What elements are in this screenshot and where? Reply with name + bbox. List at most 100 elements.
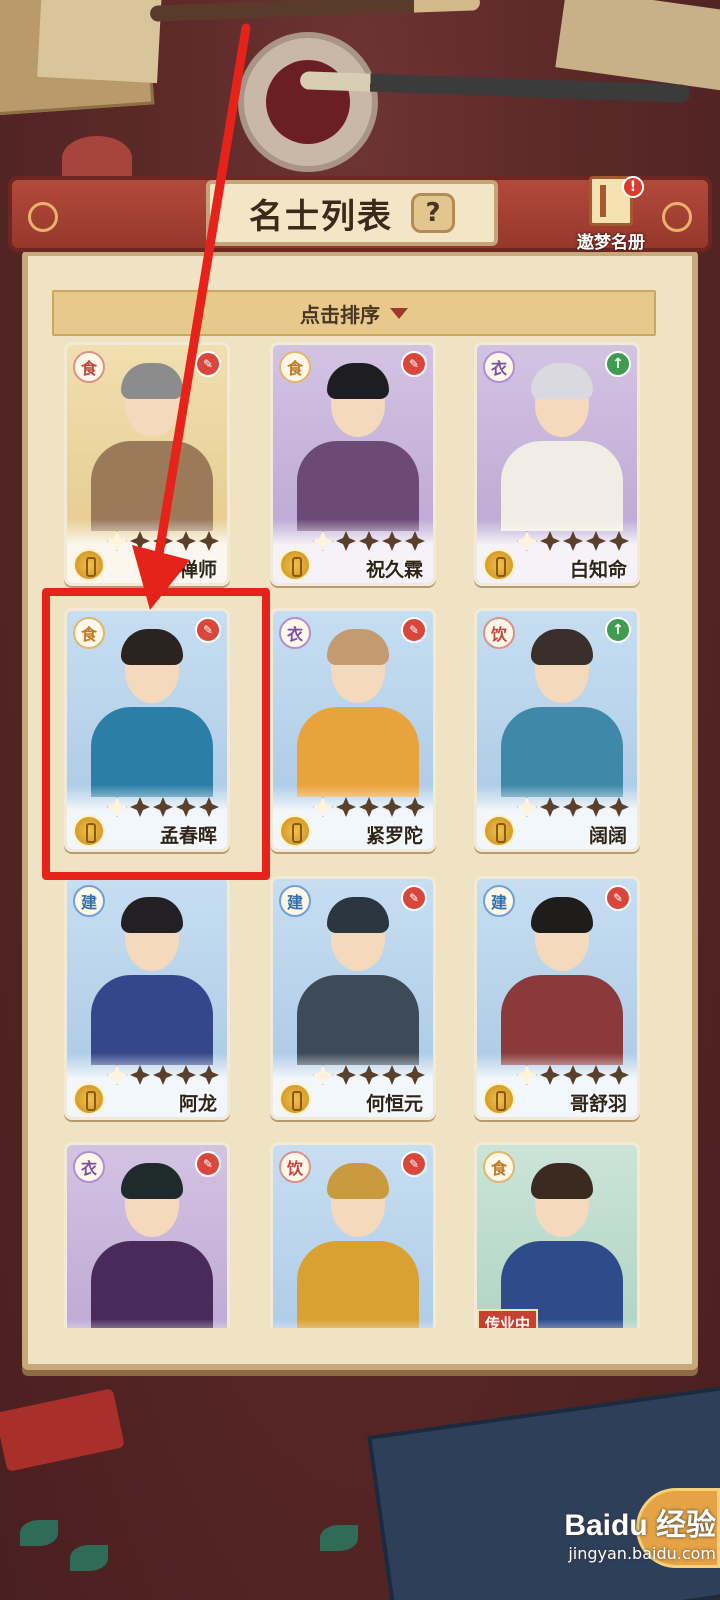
- star-filled-icon: [382, 797, 402, 817]
- seal-icon: ✎: [401, 885, 427, 911]
- upgrade-arrow-icon: ↑: [605, 617, 631, 643]
- character-portrait: [283, 357, 429, 531]
- character-card[interactable]: 饮 ✎: [270, 1142, 436, 1328]
- star-filled-icon: [176, 531, 196, 551]
- portrait-robe: [91, 441, 213, 531]
- star-filled-icon: [153, 531, 173, 551]
- star-filled-icon: [130, 531, 150, 551]
- star-filled-icon: [563, 1065, 583, 1085]
- portrait-hair: [327, 629, 389, 665]
- star-filled-icon: [382, 1065, 402, 1085]
- watermark: Baidu 经验 jingyan.baidu.com: [540, 1500, 716, 1596]
- portrait-robe: [297, 707, 419, 797]
- star-filled-icon: [336, 1065, 356, 1085]
- star-filled-icon: [199, 1065, 219, 1085]
- scroll-paper-decoration: [37, 0, 163, 84]
- star-filled-icon: [359, 531, 379, 551]
- character-portrait: [487, 623, 633, 797]
- category-badge: 食: [279, 351, 311, 383]
- character-portrait: [77, 891, 223, 1065]
- star-filled-icon: [540, 531, 560, 551]
- star-filled-icon: [586, 1065, 606, 1085]
- character-card[interactable]: 衣 ✎: [64, 1142, 230, 1328]
- coin-icon: [483, 549, 515, 581]
- star-filled-icon: [359, 797, 379, 817]
- star-empty-icon: [517, 531, 537, 551]
- star-filled-icon: [405, 531, 425, 551]
- character-card[interactable]: 衣 ↑ 白知命: [474, 342, 640, 586]
- help-button[interactable]: ?: [411, 193, 455, 233]
- category-badge: 饮: [279, 1151, 311, 1183]
- category-badge: 衣: [483, 351, 515, 383]
- character-name: 紧罗陀: [365, 825, 423, 847]
- annotation-highlight-box: [42, 588, 270, 880]
- portrait-robe: [501, 441, 623, 531]
- character-card[interactable]: 食 ✎ 禅师: [64, 342, 230, 586]
- portrait-hair: [121, 897, 183, 933]
- star-filled-icon: [609, 531, 629, 551]
- portrait-robe: [297, 975, 419, 1065]
- star-rating: [517, 1065, 637, 1087]
- flower-decoration: [62, 136, 132, 180]
- character-portrait: [77, 357, 223, 531]
- category-badge: 衣: [279, 617, 311, 649]
- character-name: 哥舒羽: [569, 1093, 627, 1115]
- ribbon-decoration: [0, 1388, 125, 1472]
- star-filled-icon: [336, 797, 356, 817]
- character-card[interactable]: 建 ✎ 何恒元: [270, 876, 436, 1120]
- star-empty-icon: [107, 1065, 127, 1085]
- character-card[interactable]: 饮 ↑ 阔阔: [474, 608, 640, 852]
- character-portrait: [77, 1157, 223, 1328]
- seal-icon: ✎: [195, 1151, 221, 1177]
- category-badge: 建: [73, 885, 105, 917]
- star-rating: [517, 531, 637, 553]
- character-card[interactable]: 食 ✎ 祝久霖: [270, 342, 436, 586]
- character-card[interactable]: 建阿龙: [64, 876, 230, 1120]
- portrait-hair: [531, 629, 593, 665]
- seal-icon: ✎: [195, 351, 221, 377]
- character-card[interactable]: 建 ✎ 哥舒羽: [474, 876, 640, 1120]
- character-card[interactable]: 食传业中: [474, 1142, 640, 1328]
- character-name: 禅师: [178, 559, 217, 581]
- dream-book-button[interactable]: ! 遨梦名册: [570, 176, 652, 258]
- coin-icon: [279, 815, 311, 847]
- star-filled-icon: [563, 797, 583, 817]
- seal-icon: ✎: [401, 617, 427, 643]
- character-name: 阿龙: [178, 1093, 217, 1115]
- star-filled-icon: [540, 1065, 560, 1085]
- coin-icon: [279, 1083, 311, 1115]
- brush-decoration: [149, 0, 481, 22]
- watermark-url: jingyan.baidu.com: [568, 1544, 716, 1563]
- portrait-robe: [501, 707, 623, 797]
- leaf-decoration: [70, 1545, 108, 1571]
- character-portrait: [487, 357, 633, 531]
- star-empty-icon: [313, 531, 333, 551]
- category-badge: 饮: [483, 617, 515, 649]
- portrait-hair: [121, 363, 183, 399]
- sort-label: 点击排序: [300, 302, 380, 327]
- character-name: 何恒元: [365, 1093, 423, 1115]
- star-filled-icon: [359, 1065, 379, 1085]
- dream-book-label: 遨梦名册: [577, 233, 645, 253]
- star-empty-icon: [313, 797, 333, 817]
- star-filled-icon: [609, 797, 629, 817]
- character-portrait: [283, 1157, 429, 1328]
- category-badge: 建: [279, 885, 311, 917]
- portrait-hair: [121, 1163, 183, 1199]
- star-rating: [313, 797, 433, 819]
- watermark-logo: Baidu 经验: [564, 1509, 716, 1542]
- portrait-robe: [297, 441, 419, 531]
- star-filled-icon: [176, 1065, 196, 1085]
- character-card[interactable]: 衣 ✎ 紧罗陀: [270, 608, 436, 852]
- star-empty-icon: [107, 531, 127, 551]
- star-rating: [313, 1065, 433, 1087]
- star-rating: [517, 797, 637, 819]
- sort-button[interactable]: 点击排序: [52, 290, 656, 336]
- character-portrait: [487, 891, 633, 1065]
- star-filled-icon: [586, 531, 606, 551]
- scroll-paper-decoration: [555, 0, 720, 93]
- coin-icon: [483, 1083, 515, 1115]
- upgrade-arrow-icon: ↑: [605, 351, 631, 377]
- leaf-decoration: [320, 1525, 358, 1551]
- star-filled-icon: [199, 531, 219, 551]
